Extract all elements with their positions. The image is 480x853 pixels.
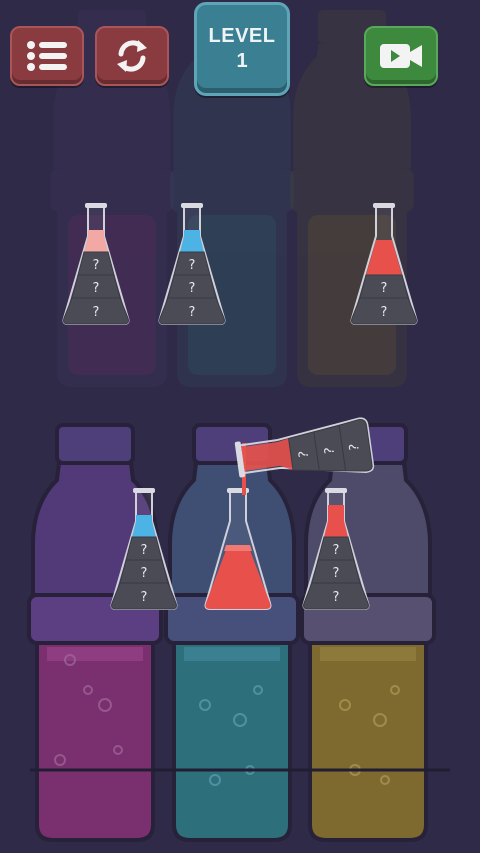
level-label: LEVEL	[208, 25, 276, 47]
hidden-layer-mark: ?	[333, 566, 340, 581]
hidden-layer-mark: ?	[141, 543, 148, 558]
hidden-layer-mark: ?	[333, 590, 340, 605]
hidden-layer-mark: ?	[323, 447, 338, 454]
hidden-layer-mark: ?	[189, 258, 196, 273]
hidden-layer-mark: ?	[93, 305, 100, 320]
hidden-layer-mark: ?	[93, 258, 100, 273]
hidden-layer-mark: ?	[347, 444, 362, 451]
hidden-layer-mark: ?	[189, 281, 196, 296]
video-camera-icon	[380, 44, 422, 68]
flask-top-2[interactable]: ? ? ?	[156, 200, 228, 326]
hidden-layer-mark: ?	[381, 305, 388, 320]
hidden-layer-mark: ?	[93, 281, 100, 296]
hidden-layer-mark: ?	[297, 451, 312, 458]
menu-button[interactable]	[10, 26, 84, 86]
flask-bottom-1[interactable]: ? ? ?	[108, 485, 180, 611]
hidden-layer-mark: ?	[141, 566, 148, 581]
level-badge: LEVEL 1	[194, 2, 290, 96]
restart-button[interactable]	[95, 26, 169, 86]
hidden-layer-mark: ?	[381, 281, 388, 296]
flask-top-1[interactable]: ? ? ?	[60, 200, 132, 326]
refresh-icon	[117, 40, 147, 72]
hidden-layer-mark: ?	[141, 590, 148, 605]
flask-bottom-3[interactable]: ? ? ?	[300, 485, 372, 611]
hidden-layer-mark: ?	[333, 543, 340, 558]
flask-top-3[interactable]: ? ?	[348, 200, 420, 326]
pouring-flask: ? ? ?	[234, 417, 375, 495]
list-icon	[27, 41, 67, 71]
flask-bottom-2[interactable]	[202, 485, 274, 611]
level-number: 1	[236, 50, 248, 72]
hidden-layer-mark: ?	[189, 305, 196, 320]
watch-video-button[interactable]	[364, 26, 438, 86]
